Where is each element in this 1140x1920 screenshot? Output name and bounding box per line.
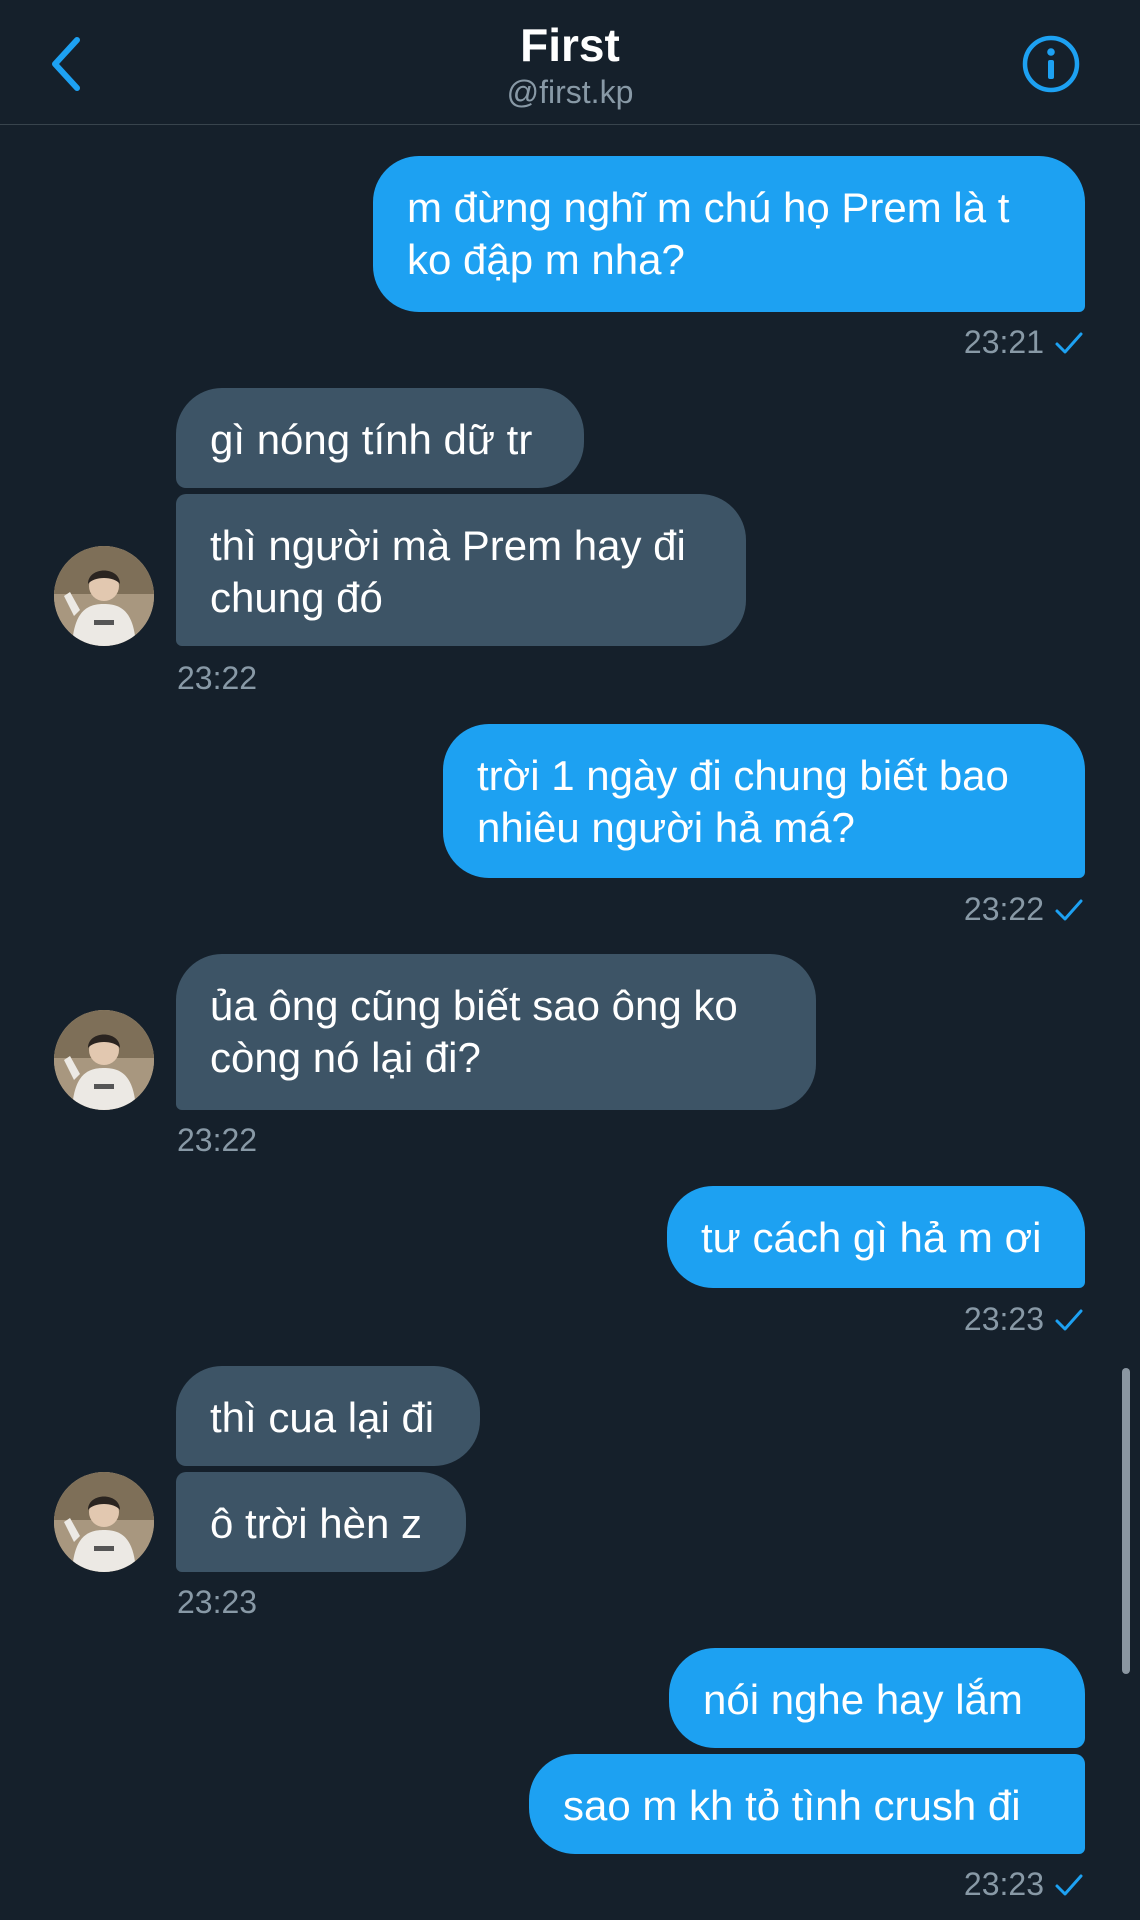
message-timestamp: 23:23 xyxy=(177,1584,258,1620)
conversation-header: First @first.kp xyxy=(0,0,1140,125)
sent-check-icon xyxy=(1055,1309,1083,1330)
message-text-line: chung đó xyxy=(210,574,383,621)
message-text-line: thì người mà Prem hay đi xyxy=(210,522,686,569)
message-text-line: nói nghe hay lắm xyxy=(703,1676,1023,1723)
contact-name[interactable]: First xyxy=(0,18,1140,72)
sent-check-icon xyxy=(1055,332,1083,353)
timestamp-text: 23:22 xyxy=(963,891,1044,927)
message-text-line: gì nóng tính dữ tr xyxy=(210,416,533,463)
avatar-photo xyxy=(54,1472,154,1572)
outgoing-message-bubble[interactable]: sao m kh tỏ tình crush đi xyxy=(529,1754,1085,1854)
message-timestamp: 23:23 xyxy=(964,1301,1084,1338)
message-text-line: thì cua lại đi xyxy=(210,1394,435,1441)
message-text-line: ô trời hèn z xyxy=(210,1500,422,1547)
contact-avatar[interactable] xyxy=(54,1010,154,1110)
message-text-line: trời 1 ngày đi chung biết bao xyxy=(477,752,1009,799)
message-text-line: tư cách gì hả m ơi xyxy=(701,1214,1042,1261)
message-text-line: còng nó lại đi? xyxy=(210,1034,481,1081)
incoming-message-bubble[interactable]: ô trời hèn z xyxy=(176,1472,466,1572)
contact-handle[interactable]: @first.kp xyxy=(0,74,1140,111)
avatar-photo xyxy=(54,1010,154,1110)
message-text-line: nhiêu người hả má? xyxy=(477,804,855,851)
message-text-line: ủa ông cũng biết sao ông ko xyxy=(210,982,738,1029)
message-timestamp: 23:22 xyxy=(964,891,1084,928)
contact-avatar[interactable] xyxy=(54,1472,154,1572)
message-timestamp: 23:21 xyxy=(964,324,1084,361)
timestamp-text: 23:23 xyxy=(963,1301,1044,1337)
outgoing-message-bubble[interactable]: tư cách gì hả m ơi xyxy=(667,1186,1085,1288)
timestamp-text: 23:23 xyxy=(963,1866,1044,1902)
avatar-photo xyxy=(54,546,154,646)
message-text-line: ko đập m nha? xyxy=(407,236,685,283)
incoming-message-bubble[interactable]: ủa ông cũng biết sao ông ko còng nó lại … xyxy=(176,954,816,1110)
message-text-line: m đừng nghĩ m chú họ Prem là t xyxy=(407,184,1010,231)
message-text-line: sao m kh tỏ tình crush đi xyxy=(563,1782,1021,1829)
sent-check-icon xyxy=(1055,1874,1083,1895)
outgoing-message-bubble[interactable]: m đừng nghĩ m chú họ Prem là t ko đập m … xyxy=(373,156,1085,312)
incoming-message-bubble[interactable]: thì người mà Prem hay đi chung đó xyxy=(176,494,746,646)
message-timestamp: 23:22 xyxy=(177,1122,258,1158)
message-timestamp: 23:23 xyxy=(964,1866,1084,1903)
scrollbar-thumb[interactable] xyxy=(1122,1368,1130,1674)
message-timestamp: 23:22 xyxy=(177,660,258,696)
contact-avatar[interactable] xyxy=(54,546,154,646)
incoming-message-bubble[interactable]: gì nóng tính dữ tr xyxy=(176,388,584,488)
info-button[interactable] xyxy=(1022,35,1080,93)
sent-check-icon xyxy=(1055,899,1083,920)
outgoing-message-bubble[interactable]: nói nghe hay lắm xyxy=(669,1648,1085,1748)
info-circle-icon xyxy=(1022,35,1080,93)
incoming-message-bubble[interactable]: thì cua lại đi xyxy=(176,1366,480,1466)
timestamp-text: 23:21 xyxy=(963,324,1044,360)
outgoing-message-bubble[interactable]: trời 1 ngày đi chung biết bao nhiêu ngườ… xyxy=(443,724,1085,878)
